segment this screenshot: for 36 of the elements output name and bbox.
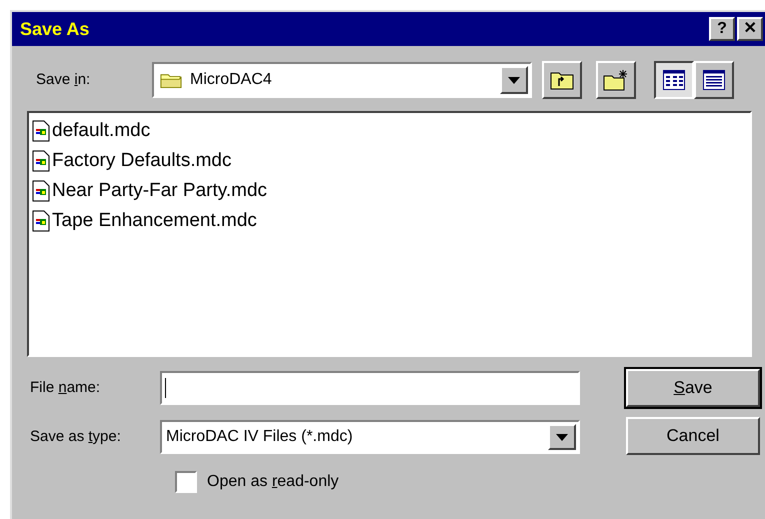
dropdown-button[interactable] bbox=[500, 66, 528, 94]
save-button[interactable]: Save bbox=[626, 369, 760, 407]
save-in-label: Save in: bbox=[36, 70, 92, 90]
close-button[interactable]: ✕ bbox=[737, 17, 763, 41]
file-icon bbox=[32, 150, 50, 172]
save-in-dropdown[interactable]: MicroDAC4 bbox=[152, 62, 532, 98]
dropdown-button[interactable] bbox=[548, 424, 576, 450]
file-item[interactable]: Tape Enhancement.mdc bbox=[32, 206, 750, 236]
read-only-label: Open as read-only bbox=[207, 472, 339, 492]
file-name-field[interactable] bbox=[160, 371, 580, 405]
dropdown-value: MicroDAC4 bbox=[190, 70, 273, 90]
folder-up-icon bbox=[550, 70, 574, 90]
file-icon bbox=[32, 180, 50, 202]
save-as-type-dropdown[interactable]: MicroDAC IV Files (*.mdc) bbox=[160, 420, 580, 454]
caret-icon bbox=[508, 76, 520, 84]
file-icon bbox=[32, 210, 50, 232]
new-folder-button[interactable] bbox=[596, 61, 636, 99]
help-button[interactable]: ? bbox=[709, 17, 735, 41]
read-only-checkbox[interactable] bbox=[175, 471, 197, 493]
details-view-icon bbox=[703, 70, 725, 90]
file-item[interactable]: Factory Defaults.mdc bbox=[32, 146, 750, 176]
file-item[interactable]: default.mdc bbox=[32, 116, 750, 146]
file-icon bbox=[32, 120, 50, 142]
window-title: Save As bbox=[20, 18, 90, 40]
details-button[interactable] bbox=[694, 61, 734, 99]
list-button[interactable] bbox=[654, 61, 694, 99]
up-button[interactable] bbox=[542, 61, 582, 99]
dropdown-value: MicroDAC IV Files (*.mdc) bbox=[166, 427, 354, 447]
new-folder-icon bbox=[603, 69, 629, 91]
cancel-button[interactable]: Cancel bbox=[626, 417, 760, 455]
file-name-label: File name: bbox=[30, 378, 102, 398]
list-view-icon bbox=[663, 70, 685, 90]
save-as-type-label: Save as type: bbox=[30, 426, 122, 447]
folder-icon bbox=[160, 72, 182, 88]
caret-icon bbox=[556, 434, 568, 440]
file-item[interactable]: Near Party-Far Party.mdc bbox=[32, 176, 750, 206]
